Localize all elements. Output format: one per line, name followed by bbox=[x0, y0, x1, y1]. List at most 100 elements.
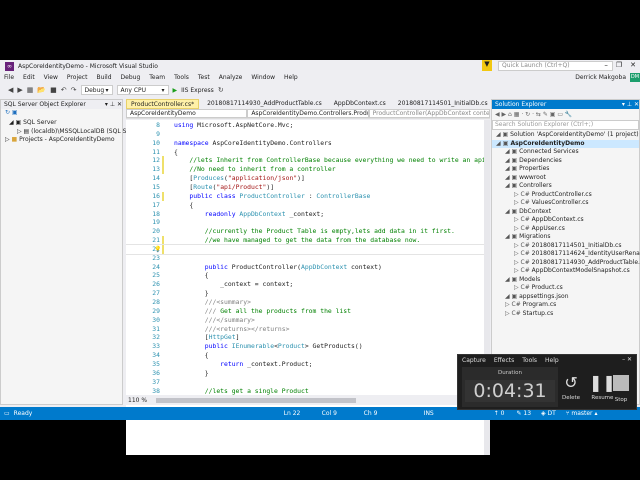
tab-document[interactable]: 20180817114930_AddProductTable.cs bbox=[203, 99, 326, 109]
quick-launch-input[interactable]: Quick Launch (Ctrl+Q) bbox=[498, 61, 613, 71]
code-line[interactable]: 26 _context = context; bbox=[126, 280, 484, 289]
code-line[interactable]: 17 { bbox=[126, 201, 484, 210]
menu-item-tools[interactable]: Tools bbox=[174, 74, 189, 81]
solution-tree-item[interactable]: ◢ ▣ Controllers bbox=[492, 182, 639, 191]
tree-item-projects[interactable]: ▷ ■ Projects - AspCoreIdentityDemo bbox=[1, 136, 122, 145]
menu-item-debug[interactable]: Debug bbox=[121, 74, 141, 81]
new-project-icon[interactable]: ▦ bbox=[27, 86, 34, 94]
code-line[interactable]: 34 { bbox=[126, 351, 484, 360]
minimize-button[interactable]: – bbox=[604, 61, 608, 69]
solution-tree-item[interactable]: ◢ ▣ Solution 'AspCoreIdentityDemo' (1 pr… bbox=[492, 131, 639, 140]
tree-item-localdb[interactable]: ▷ ▤ (localdb)\MSSQLLocalDB (SQL Se bbox=[1, 128, 130, 137]
refresh-icon[interactable]: ↻ ▣ bbox=[1, 109, 122, 119]
menu-item-analyze[interactable]: Analyze bbox=[219, 74, 243, 81]
solution-tree-item[interactable]: ◢ ▣ Models bbox=[492, 276, 639, 285]
feedback-filter-icon[interactable]: ▼ bbox=[482, 60, 492, 71]
solution-tree-item[interactable]: ▷ C# AppUser.cs bbox=[492, 225, 639, 234]
menu-item-help[interactable]: Help bbox=[284, 74, 298, 81]
code-line[interactable]: 37 bbox=[126, 378, 484, 387]
horizontal-scrollbar[interactable] bbox=[156, 397, 356, 403]
solution-tree-item[interactable]: ▷ C# AppDbContextModelSnapshot.cs bbox=[492, 267, 639, 276]
stop-button[interactable]: Stop bbox=[613, 373, 629, 403]
solution-tree-item[interactable]: ▷ C# ValuesController.cs bbox=[492, 199, 639, 208]
code-line[interactable]: 15 [Route("api/Product")] bbox=[126, 183, 484, 192]
menu-item-team[interactable]: Team bbox=[149, 74, 165, 81]
menu-item-build[interactable]: Build bbox=[96, 74, 111, 81]
tab-document[interactable]: 20180817114501_InitialDb.cs bbox=[394, 99, 492, 109]
solution-tree-item[interactable]: ▷ C# 20180817114501_InitialDb.cs bbox=[492, 242, 639, 251]
code-line[interactable]: 25 { bbox=[126, 271, 484, 280]
platform-select[interactable]: Any CPU ▾ bbox=[116, 85, 169, 95]
code-line[interactable]: 23 bbox=[126, 254, 484, 263]
solution-tree-item[interactable]: ◢ ▣ wwwroot bbox=[492, 174, 639, 183]
solution-tree-item[interactable]: ▷ C# 20180817114624_IdentityUserRenamed.… bbox=[492, 250, 640, 259]
code-line[interactable]: 28 ///<summary> bbox=[126, 298, 484, 307]
solution-tree-item[interactable]: ◢ ▣ Migrations bbox=[492, 233, 639, 242]
code-line[interactable]: 9 bbox=[126, 130, 484, 139]
user-name[interactable]: Derrick Makgoba bbox=[575, 74, 626, 81]
solution-tree-item[interactable]: ◢ ▣ Properties bbox=[492, 165, 639, 174]
solution-tree-item[interactable]: ◢ ▣ appsettings.json bbox=[492, 293, 639, 302]
menu-item-project[interactable]: Project bbox=[67, 74, 88, 81]
menu-item-edit[interactable]: Edit bbox=[23, 74, 35, 81]
code-line[interactable]: 12 //lets Inherit from ControllerBase be… bbox=[126, 156, 484, 166]
solution-tree-item[interactable]: ◢ ▣ Dependencies bbox=[492, 157, 639, 166]
code-line[interactable]: 16 public class ProductController : Cont… bbox=[126, 191, 484, 201]
code-line[interactable]: 10 namespace AspCoreIdentityDemo.Controll… bbox=[126, 139, 484, 148]
type-dropdown[interactable]: AspCoreIdentityDemo.Controllers.Produc bbox=[247, 109, 369, 118]
redo-icon[interactable]: ↷ bbox=[71, 86, 77, 94]
code-line[interactable]: 24 public ProductController(AppDbContext… bbox=[126, 263, 484, 272]
member-dropdown[interactable]: ProductController(AppDbContext context) bbox=[368, 109, 490, 118]
recorder-menu-help[interactable]: Help bbox=[545, 357, 559, 364]
solution-tree-item[interactable]: ▷ C# Startup.cs bbox=[492, 310, 639, 319]
undo-icon[interactable]: ↶ bbox=[61, 86, 67, 94]
branch[interactable]: ⑂ master ▴ bbox=[566, 410, 598, 417]
solution-tree-item[interactable]: ◢ ▣ DbContext bbox=[492, 208, 639, 217]
code-line[interactable]: 19 bbox=[126, 218, 484, 227]
solution-tree-item[interactable]: ▷ C# ProductController.cs bbox=[492, 191, 639, 200]
code-line[interactable]: 36 } bbox=[126, 369, 484, 378]
menu-item-test[interactable]: Test bbox=[198, 74, 210, 81]
pin-icon[interactable]: ▾ ⊥ ✕ bbox=[622, 100, 639, 109]
recorder-menu-effects[interactable]: Effects bbox=[494, 357, 514, 364]
code-line[interactable]: 11 { bbox=[126, 148, 484, 157]
open-icon[interactable]: 📂 bbox=[37, 86, 46, 94]
close-button[interactable]: ✕ bbox=[630, 61, 636, 69]
menu-item-file[interactable]: File bbox=[4, 74, 14, 81]
tab-document[interactable]: AppDbContext.cs bbox=[330, 99, 390, 109]
zoom-level[interactable]: 110 % bbox=[126, 397, 150, 404]
run-target[interactable]: IIS Express bbox=[181, 87, 214, 94]
back-icon[interactable]: ◀ bbox=[8, 86, 13, 94]
code-line[interactable]: 18 readonly AppDbContext _context; bbox=[126, 210, 484, 219]
recorder-close-icon[interactable]: – ✕ bbox=[622, 356, 632, 363]
code-line[interactable]: 31 ///<returns></returns> bbox=[126, 325, 484, 334]
pin-icon[interactable]: ▾ ⊥ ✕ bbox=[105, 100, 122, 109]
solution-search-input[interactable]: Search Solution Explorer (Ctrl+;) bbox=[492, 120, 639, 130]
save-icon[interactable]: ■ bbox=[50, 86, 57, 94]
code-line[interactable]: 32 [HttpGet] bbox=[126, 333, 484, 342]
recorder-menu-tools[interactable]: Tools bbox=[522, 357, 537, 364]
project-dropdown[interactable]: AspCoreIdentityDemo bbox=[126, 109, 248, 118]
delete-button[interactable]: ↺ Delete bbox=[562, 373, 580, 401]
code-line[interactable]: 27 } bbox=[126, 289, 484, 298]
solution-tree-item[interactable]: ▷ C# Product.cs bbox=[492, 284, 639, 293]
run-icon[interactable]: ▶ bbox=[173, 87, 178, 94]
code-line[interactable]: 21 //we have managed to get the data fro… bbox=[126, 236, 484, 246]
code-line[interactable]: 14 [Produces("application/json")] bbox=[126, 174, 484, 183]
repo[interactable]: ◈ DT bbox=[541, 410, 556, 417]
code-line[interactable]: 30 ///</summary> bbox=[126, 316, 484, 325]
resume-button[interactable]: ❚❚ Resume bbox=[589, 373, 616, 401]
forward-icon[interactable]: ▶ bbox=[17, 86, 22, 94]
code-line[interactable]: 8 using Microsoft.AspNetCore.Mvc; bbox=[126, 121, 484, 130]
tree-item-sql-server[interactable]: ◢ ▣ SQL Server bbox=[1, 119, 122, 128]
solution-tree-item[interactable]: ◢ ▣ Connected Services bbox=[492, 148, 639, 157]
code-line[interactable]: 20 //currently the Product Table is empt… bbox=[126, 227, 484, 236]
code-line[interactable]: 13 //No need to inherit from a controlle… bbox=[126, 165, 484, 175]
configuration-select[interactable]: Debug ▾ bbox=[80, 85, 113, 95]
code-line[interactable]: 22 💡 bbox=[126, 243, 484, 255]
solution-toolbar[interactable]: ◀ ▶ ⌂ ▦ · ↻ · ⇆ ✎ ▣ ▭ 🔧 bbox=[492, 109, 639, 120]
menu-item-view[interactable]: View bbox=[44, 74, 58, 81]
lightbulb-icon[interactable]: 💡 bbox=[154, 245, 161, 254]
changes-count[interactable]: ✎ 13 bbox=[516, 410, 531, 417]
solution-tree-item[interactable]: ▷ C# 20180817114930_AddProductTable.cs bbox=[492, 259, 640, 268]
